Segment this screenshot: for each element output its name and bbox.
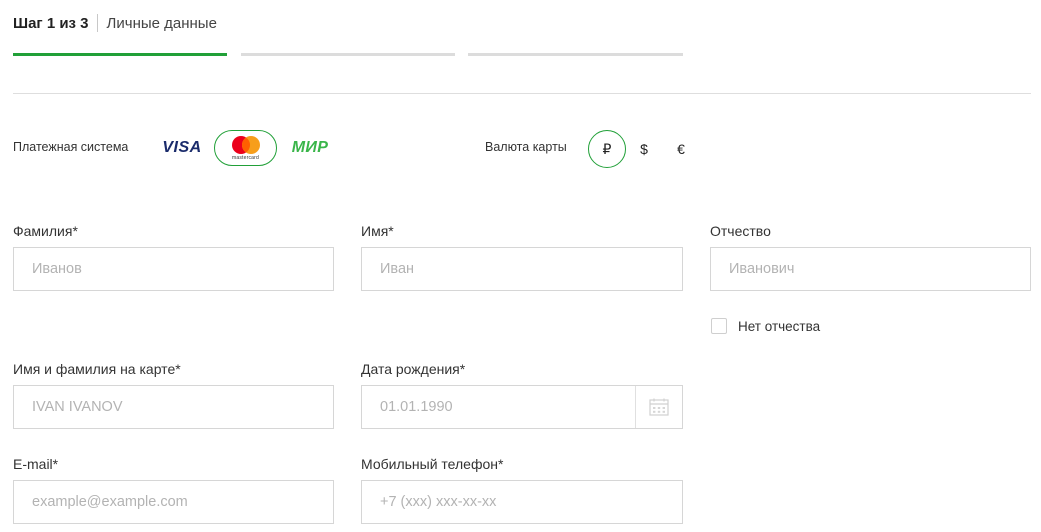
payment-option-mastercard[interactable]: mastercard [214,130,277,166]
birth-date-label: Дата рождения* [361,361,466,377]
calendar-icon [649,398,669,416]
first-name-label: Имя* [361,223,394,239]
mastercard-wordmark: mastercard [231,155,259,161]
phone-field [361,480,683,524]
header-divider [13,93,1031,94]
birth-date-field [361,385,683,429]
first-name-input[interactable] [362,248,682,290]
middle-name-label: Отчество [710,223,771,239]
progress-step-1 [13,53,227,56]
last-name-field [13,247,334,291]
step-name: Личные данные [106,15,217,32]
card-name-field [13,385,334,429]
email-input[interactable] [14,481,333,523]
last-name-input[interactable] [14,248,333,290]
payment-option-mir[interactable]: МИР [284,130,336,166]
progress-step-2 [241,53,455,56]
step-separator [96,14,98,32]
calendar-button[interactable] [635,386,682,428]
payment-option-visa[interactable]: VISA [156,130,208,166]
phone-label: Мобильный телефон* [361,456,504,472]
no-middle-name-label[interactable]: Нет отчества [738,319,820,334]
currency-option-rub[interactable]: ₽ [588,130,626,168]
card-name-label: Имя и фамилия на карте* [13,361,181,377]
card-name-input[interactable] [14,386,333,428]
no-middle-name-checkbox[interactable] [711,318,727,334]
visa-logo: VISA [162,139,202,156]
progress-step-3 [468,53,683,56]
email-label: E-mail* [13,456,59,472]
currency-option-eur[interactable]: € [662,130,700,168]
mir-logo: МИР [291,139,329,156]
first-name-field [361,247,683,291]
step-counter: Шаг 1 из 3 [13,15,89,32]
phone-input[interactable] [362,481,682,523]
payment-system-label: Платежная система [13,140,129,154]
currency-option-usd[interactable]: $ [625,130,663,168]
email-field [13,480,334,524]
mastercard-logo: mastercard [229,135,263,161]
birth-date-input[interactable] [362,386,682,428]
middle-name-field [710,247,1031,291]
currency-label: Валюта карты [485,140,567,154]
step-header: Шаг 1 из 3 Личные данные [13,14,217,34]
last-name-label: Фамилия* [13,223,78,239]
middle-name-input[interactable] [711,248,1030,290]
